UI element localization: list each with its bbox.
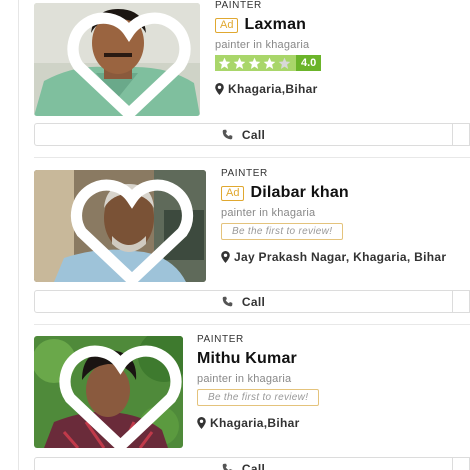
phone-icon xyxy=(222,129,233,140)
star-empty-icon xyxy=(278,57,291,69)
listing-card-laxman[interactable]: PAINTER Ad Laxman painter in khagaria 4.… xyxy=(34,0,470,156)
listing-address: Jay Prakash Nagar, Khagaria, Bihar xyxy=(221,250,446,264)
ad-badge: Ad xyxy=(221,185,245,201)
listing-divider xyxy=(34,157,470,158)
phone-icon xyxy=(222,463,233,470)
listing-category: PAINTER xyxy=(215,0,262,11)
first-review-button[interactable]: Be the first to review! xyxy=(221,223,344,240)
listing-name[interactable]: Dilabar khan xyxy=(250,184,348,202)
listing-subtitle: painter in khagaria xyxy=(215,39,310,51)
listing-photo[interactable] xyxy=(34,336,183,448)
favorite-heart-icon[interactable] xyxy=(46,12,200,116)
call-button[interactable]: Call xyxy=(35,291,453,312)
listing-divider xyxy=(34,324,470,325)
listing-card-dilabar-khan[interactable]: PAINTER Ad Dilabar khan painter in khaga… xyxy=(34,160,470,323)
call-bar: Call xyxy=(34,457,470,470)
address-text: Jay Prakash Nagar, Khagaria, Bihar xyxy=(234,250,447,264)
listing-category: PAINTER xyxy=(197,334,244,345)
listing-name[interactable]: Mithu Kumar xyxy=(197,350,297,368)
name-row: Mithu Kumar xyxy=(197,348,319,370)
rating-row[interactable]: 4.0 xyxy=(215,55,322,71)
listing-subtitle: painter in khagaria xyxy=(197,373,292,385)
call-bar: Call xyxy=(34,123,470,146)
location-pin-icon xyxy=(215,83,224,95)
star-filled-icon xyxy=(263,57,276,69)
listing-info: PAINTER Ad Laxman painter in khagaria 4.… xyxy=(215,0,322,96)
rating-value-badge: 4.0 xyxy=(296,55,322,71)
call-label: Call xyxy=(241,461,266,470)
ad-badge: Ad xyxy=(215,17,239,33)
listing-info: PAINTER Ad Dilabar khan painter in khaga… xyxy=(221,168,446,264)
name-row: Ad Dilabar khan xyxy=(221,182,446,204)
name-row: Ad Laxman xyxy=(215,14,321,36)
listing-address: Khagaria,Bihar xyxy=(215,82,321,96)
call-bar: Call xyxy=(34,290,470,313)
favorite-heart-icon[interactable] xyxy=(46,345,183,448)
location-pin-icon xyxy=(197,417,206,429)
address-text: Khagaria,Bihar xyxy=(228,82,318,96)
call-label: Call xyxy=(241,294,266,309)
favorite-heart-icon[interactable] xyxy=(46,179,206,282)
listing-card-mithu-kumar[interactable]: PAINTER Mithu Kumar painter in khagaria … xyxy=(34,327,470,470)
listing-address: Khagaria,Bihar xyxy=(197,416,319,430)
star-filled-icon xyxy=(233,57,246,69)
star-filled-icon xyxy=(248,57,261,69)
call-button[interactable]: Call xyxy=(35,458,453,470)
star-filled-icon xyxy=(218,57,231,69)
listing-subtitle: painter in khagaria xyxy=(221,207,316,219)
call-button[interactable]: Call xyxy=(35,124,453,145)
left-border-line xyxy=(18,0,19,470)
listing-photo[interactable] xyxy=(34,170,206,282)
address-text: Khagaria,Bihar xyxy=(210,416,300,430)
listing-photo[interactable] xyxy=(34,3,200,116)
listing-info: PAINTER Mithu Kumar painter in khagaria … xyxy=(197,334,320,430)
location-pin-icon xyxy=(221,251,230,263)
star-rating xyxy=(215,55,296,71)
listing-category: PAINTER xyxy=(221,168,268,179)
first-review-button[interactable]: Be the first to review! xyxy=(197,389,320,406)
phone-icon xyxy=(222,296,233,307)
listing-name[interactable]: Laxman xyxy=(244,16,306,34)
call-label: Call xyxy=(241,127,266,142)
